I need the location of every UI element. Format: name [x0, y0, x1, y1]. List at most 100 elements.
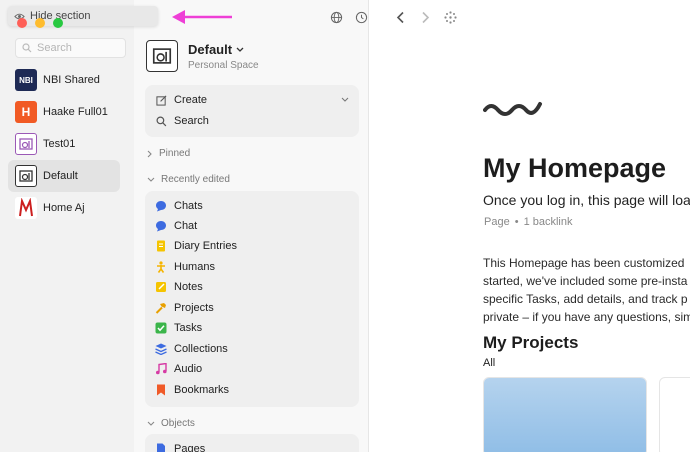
chevron-down-icon [147, 421, 155, 426]
window-close-button[interactable] [17, 18, 27, 28]
graph-dots-icon[interactable] [444, 11, 457, 24]
music-note-icon [155, 363, 167, 375]
home-aj-logo-icon [15, 197, 37, 219]
projects-filter-all[interactable]: All [483, 357, 495, 369]
space-subtitle: Personal Space [188, 60, 259, 71]
nbi-logo-icon: NBI [15, 69, 37, 91]
recent-item-tasks[interactable]: Tasks [155, 319, 202, 337]
space-switcher[interactable]: Default [188, 42, 259, 57]
recent-item-label: Diary Entries [174, 240, 237, 252]
recent-section-label: Recently edited [161, 174, 230, 185]
recent-item-chats[interactable]: Chats [155, 197, 203, 215]
space-item-home-aj[interactable]: Home Aj [8, 192, 120, 224]
recent-item-projects[interactable]: Projects [155, 299, 214, 317]
space-item-label: NBI Shared [43, 74, 100, 86]
search-icon [22, 43, 32, 53]
project-cover-image [484, 378, 646, 452]
recent-item-label: Notes [174, 281, 203, 293]
projects-heading: My Projects [483, 333, 579, 352]
spaces-rail: Search NBI NBI Shared H Haake Full01 Tes… [0, 0, 134, 452]
main-nav [396, 11, 457, 24]
recent-item-humans[interactable]: Humans [155, 258, 215, 276]
letter-h-icon: H [15, 101, 37, 123]
chevron-down-icon [341, 97, 349, 102]
page-meta: Page • 1 backlink [484, 216, 572, 228]
body-text-line: This Homepage has been customized [483, 256, 685, 270]
back-arrow-icon[interactable] [396, 11, 406, 24]
space-item-label: Haake Full01 [43, 106, 108, 118]
forward-arrow-icon[interactable] [420, 11, 430, 24]
recent-item-audio[interactable]: Audio [155, 360, 202, 378]
hammer-icon [155, 302, 167, 314]
object-item-label: Pages [174, 443, 206, 452]
recent-item-label: Chat [174, 220, 198, 232]
create-label: Create [174, 94, 208, 106]
chat-bubble-icon [155, 200, 167, 212]
recent-item-chat[interactable]: Chat [155, 217, 197, 235]
actions-card: Create Search [145, 85, 359, 137]
note-icon [155, 281, 167, 293]
sidebar-top-icons [330, 11, 368, 24]
space-title: Default [188, 42, 233, 57]
hide-section-tooltip: Hide section [8, 6, 158, 26]
recent-item-label: Tasks [174, 322, 203, 334]
checkbox-icon [155, 322, 167, 334]
recent-section-header[interactable]: Recently edited [147, 174, 230, 185]
bookmark-icon [155, 384, 167, 396]
recent-item-collections[interactable]: Collections [155, 340, 228, 358]
chat-bubble-icon [155, 220, 167, 232]
object-item-pages[interactable]: Pages [155, 440, 205, 452]
recent-item-label: Humans [174, 261, 215, 273]
recent-item-notes[interactable]: Notes [155, 278, 203, 296]
space-item-nbi-shared[interactable]: NBI NBI Shared [8, 64, 120, 96]
recent-item-label: Chats [174, 200, 203, 212]
pinned-section-label: Pinned [159, 148, 191, 159]
globe-icon[interactable] [330, 11, 343, 24]
body-text-line: started, we've included some pre-insta [483, 274, 688, 288]
recent-item-label: Bookmarks [174, 384, 230, 396]
space-item-default[interactable]: Default [8, 160, 120, 192]
default-space-icon [146, 40, 178, 72]
recent-item-diary-entries[interactable]: Diary Entries [155, 237, 237, 255]
space-header: Default Personal Space [146, 40, 259, 72]
page-subtitle: Once you log in, this page will load [483, 192, 690, 208]
create-button[interactable]: Create [155, 91, 349, 109]
page-type-label: Page [484, 216, 510, 228]
meta-separator: • [514, 216, 519, 228]
search-placeholder: Search [37, 42, 72, 54]
space-item-label: Home Aj [43, 202, 85, 214]
space-item-label: Test01 [43, 138, 76, 150]
search-icon [155, 115, 167, 127]
recent-item-label: Collections [174, 343, 228, 355]
edit-icon [155, 94, 167, 106]
spaces-search-input[interactable]: Search [15, 38, 126, 58]
objects-section-header[interactable]: Objects [147, 418, 195, 429]
body-text-line: private – if you have any questions, sim [483, 310, 690, 324]
pink-arrow-annotation [172, 10, 232, 24]
objects-card: Pages [145, 434, 359, 452]
objects-section-label: Objects [161, 418, 195, 429]
space-item-label: Default [43, 170, 78, 182]
space-item-test01[interactable]: Test01 [8, 128, 120, 160]
recent-item-bookmarks[interactable]: Bookmarks [155, 381, 229, 399]
recent-item-label: Audio [174, 363, 203, 375]
project-card[interactable] [659, 377, 690, 452]
sidebar-search-button[interactable]: Search [155, 112, 209, 130]
notebook-icon [155, 240, 167, 252]
space-item-haake-full01[interactable]: H Haake Full01 [8, 96, 120, 128]
pinned-section-header[interactable]: Pinned [147, 148, 190, 159]
chevron-down-icon [236, 47, 244, 52]
default-space-icon [15, 165, 37, 187]
page-icon [155, 443, 167, 452]
test01-logo-icon [15, 133, 37, 155]
sidebar: Default Personal Space Create Search Pin… [134, 0, 368, 452]
window-minimize-button[interactable] [35, 18, 45, 28]
recent-item-label: Projects [174, 302, 214, 314]
backlink-count[interactable]: 1 backlink [524, 216, 573, 228]
wave-logo-icon [483, 102, 542, 116]
window-zoom-button[interactable] [53, 18, 63, 28]
project-card[interactable] [483, 377, 647, 452]
chevron-down-icon [147, 177, 155, 182]
clock-icon[interactable] [355, 11, 368, 24]
body-text-line: specific Tasks, add details, and track p [483, 292, 688, 306]
